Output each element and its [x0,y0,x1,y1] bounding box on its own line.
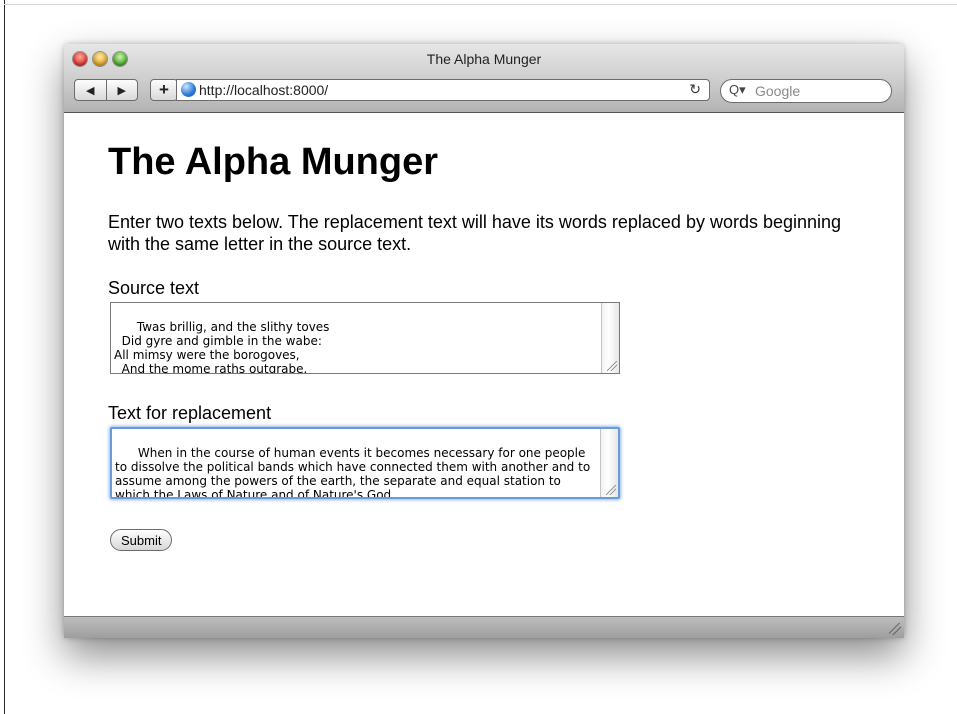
search-field[interactable]: Q▾ Google [720,79,892,103]
submit-button[interactable]: Submit [110,529,173,551]
page-content: The Alpha Munger Enter two texts below. … [64,113,904,617]
page-heading: The Alpha Munger [108,141,439,183]
address-bar[interactable]: http://localhost:8000/ ↻ [176,79,710,101]
window-resize-icon[interactable] [889,623,901,635]
top-frame-line [4,4,957,5]
replacement-text-label: Text for replacement [108,403,272,423]
plus-icon: + [159,80,169,99]
search-icon[interactable]: Q▾ [729,82,746,98]
back-button[interactable]: ◀ [75,80,106,100]
resize-handle-icon[interactable] [607,361,617,371]
title-bar: The Alpha Munger ◀ ▶ + http://localhost:… [64,44,904,113]
search-placeholder: Google [755,83,801,99]
source-text-label: Source text [108,278,200,298]
intro-text: Enter two texts below. The replacement t… [108,212,842,254]
add-bookmark-button[interactable]: + [150,79,178,101]
nav-buttons: ◀ ▶ [74,79,138,101]
left-frame-line [4,0,5,714]
resize-handle-icon[interactable] [606,485,616,495]
reload-icon[interactable]: ↻ [689,81,701,98]
forward-arrow-icon: ▶ [117,84,126,97]
replacement-textarea[interactable]: When in the course of human events it be… [110,427,620,499]
url-text: http://localhost:8000/ [199,82,329,98]
forward-button[interactable]: ▶ [105,80,138,100]
replacement-textarea-value: When in the course of human events it be… [115,446,594,499]
source-textarea[interactable]: Twas brillig, and the slithy toves Did g… [110,302,620,374]
status-bar [64,616,904,638]
browser-window: The Alpha Munger ◀ ▶ + http://localhost:… [64,44,904,638]
globe-icon [181,82,196,97]
back-arrow-icon: ◀ [86,84,95,97]
window-title: The Alpha Munger [426,51,542,67]
source-textarea-value: Twas brillig, and the slithy toves Did g… [114,320,330,374]
